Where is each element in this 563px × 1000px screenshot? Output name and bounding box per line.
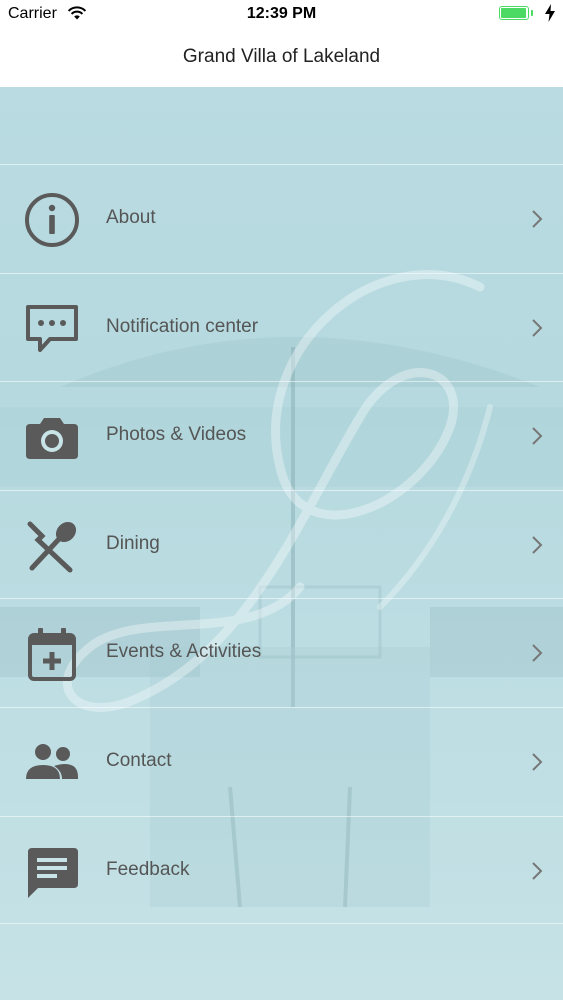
menu-item-label: Contact [106, 749, 172, 771]
people-icon [26, 743, 78, 779]
menu-item-label: Feedback [106, 858, 190, 880]
chevron-right-icon [532, 318, 543, 337]
menu-item-label: Events & Activities [106, 641, 262, 663]
menu-item-photos-videos[interactable]: Photos & Videos [0, 381, 563, 490]
chevron-right-icon [532, 753, 543, 771]
battery-tip [531, 10, 533, 16]
menu-item-about[interactable]: About [0, 164, 563, 273]
chevron-right-icon [532, 427, 543, 445]
menu-item-label: Dining [106, 532, 160, 554]
menu-item-label: Photos & Videos [106, 424, 247, 446]
main-menu: About Notification center Photos & Video… [0, 164, 563, 925]
chevron-right-icon [532, 536, 543, 554]
battery-icon [499, 6, 529, 20]
fork-spoon-icon [27, 521, 77, 573]
chevron-right-icon [532, 210, 543, 228]
calendar-add-icon [28, 628, 76, 682]
menu-item-events-activities[interactable]: Events & Activities [0, 598, 563, 707]
menu-item-feedback[interactable]: Feedback [0, 815, 563, 925]
status-bar: Carrier 12:39 PM [0, 0, 563, 30]
info-icon [25, 193, 79, 247]
navigation-bar: Grand Villa of Lakeland [0, 30, 563, 87]
clock-time: 12:39 PM [246, 5, 317, 22]
chevron-right-icon [532, 644, 543, 663]
menu-background: About Notification center Photos & Video… [0, 87, 563, 1000]
menu-item-label: About [106, 207, 156, 228]
feedback-icon [28, 847, 78, 898]
menu-item-label: Notification center [106, 315, 259, 337]
chat-bubble-icon [26, 304, 78, 352]
menu-item-contact[interactable]: Contact [0, 706, 563, 816]
page-title: Grand Villa of Lakeland [182, 46, 381, 67]
menu-item-dining[interactable]: Dining [0, 489, 563, 599]
menu-item-notification-center[interactable]: Notification center [0, 272, 563, 382]
camera-icon [26, 418, 78, 460]
chevron-right-icon [532, 861, 543, 880]
charging-bolt-icon [545, 4, 555, 22]
